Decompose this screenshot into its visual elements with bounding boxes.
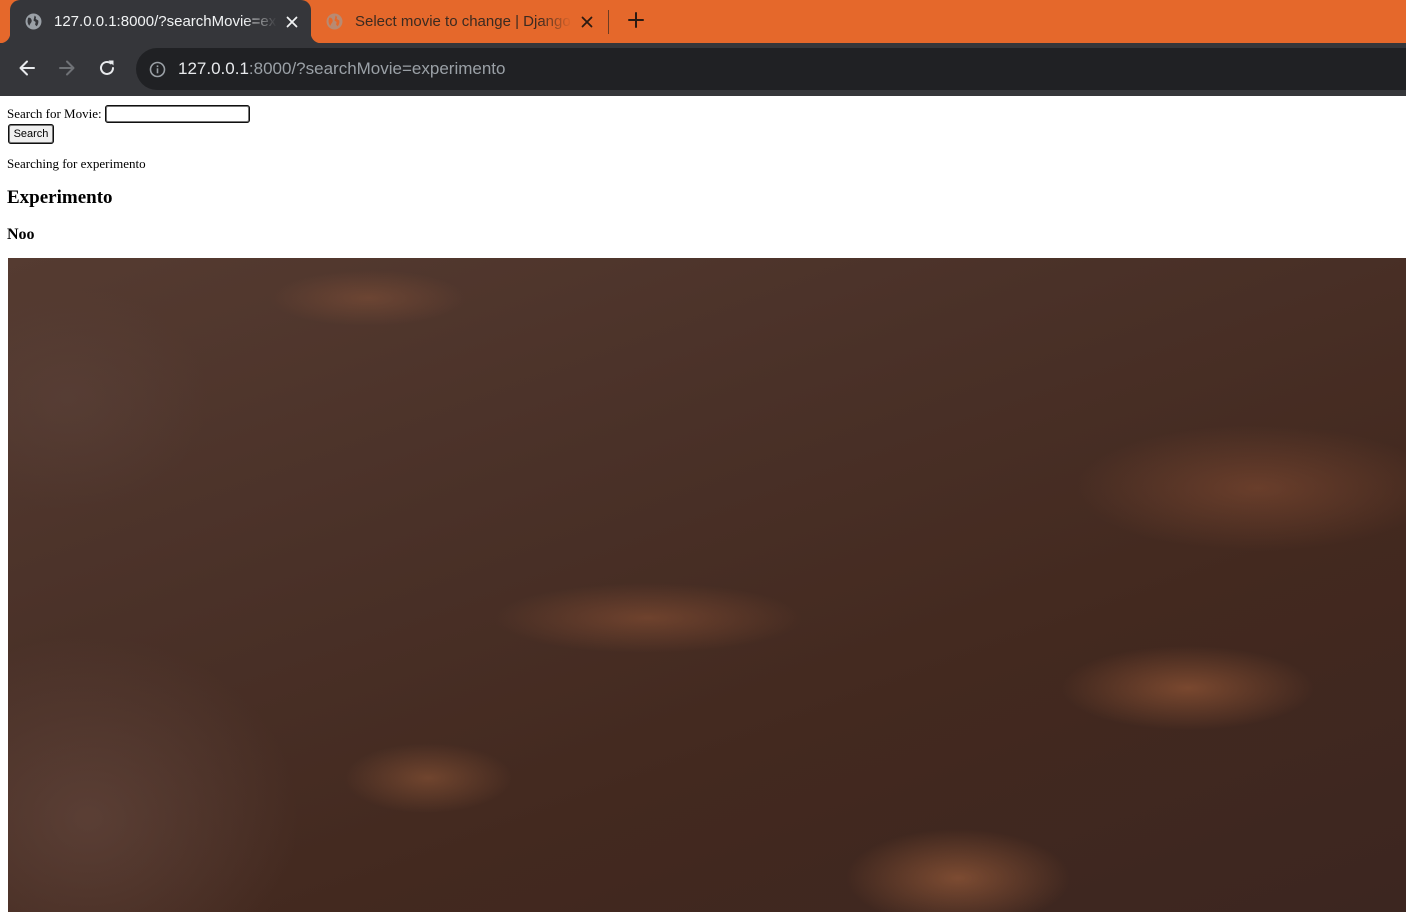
searching-status: Searching for experimento bbox=[7, 156, 146, 171]
info-icon[interactable] bbox=[148, 60, 166, 78]
globe-icon bbox=[25, 13, 42, 30]
tab-strip: 127.0.0.1:8000/?searchMovie=experimento … bbox=[0, 0, 1406, 43]
reload-icon bbox=[97, 58, 117, 83]
plus-icon bbox=[627, 11, 645, 34]
forward-button[interactable] bbox=[52, 55, 82, 85]
address-bar[interactable]: 127.0.0.1:8000/?searchMovie=experimento bbox=[136, 48, 1406, 90]
back-button[interactable] bbox=[12, 55, 42, 85]
tab-django-admin[interactable]: Select movie to change | Django site adm… bbox=[312, 0, 606, 43]
close-icon[interactable] bbox=[576, 11, 598, 33]
tab-active[interactable]: 127.0.0.1:8000/?searchMovie=experimento bbox=[0, 0, 321, 43]
arrow-right-icon bbox=[57, 58, 77, 83]
search-form: Search for Movie: Search bbox=[7, 104, 250, 144]
arrow-left-icon bbox=[17, 58, 37, 83]
url-path: :8000/?searchMovie=experimento bbox=[248, 59, 506, 78]
browser-toolbar: 127.0.0.1:8000/?searchMovie=experimento bbox=[0, 43, 1406, 96]
tab-divider bbox=[608, 10, 609, 34]
new-tab-button[interactable] bbox=[622, 8, 650, 36]
movie-description: Noo bbox=[7, 226, 35, 243]
globe-icon bbox=[326, 13, 343, 30]
reload-button[interactable] bbox=[92, 55, 122, 85]
search-button[interactable]: Search bbox=[8, 124, 54, 144]
search-label: Search for Movie: bbox=[7, 106, 102, 121]
movie-title: Experimento bbox=[7, 187, 113, 208]
search-row: Search for Movie: bbox=[7, 104, 250, 124]
tab-title: Select movie to change | Django site adm… bbox=[355, 13, 572, 30]
movie-poster-image bbox=[8, 258, 1406, 912]
page-content: Search for Movie: Search Searching for e… bbox=[0, 96, 1406, 912]
browser-window: 127.0.0.1:8000/?searchMovie=experimento … bbox=[0, 0, 1406, 912]
search-input[interactable] bbox=[104, 105, 250, 123]
url-host: 127.0.0.1 bbox=[178, 59, 249, 78]
close-icon[interactable] bbox=[281, 11, 303, 33]
tab-title: 127.0.0.1:8000/?searchMovie=experimento bbox=[54, 13, 277, 30]
